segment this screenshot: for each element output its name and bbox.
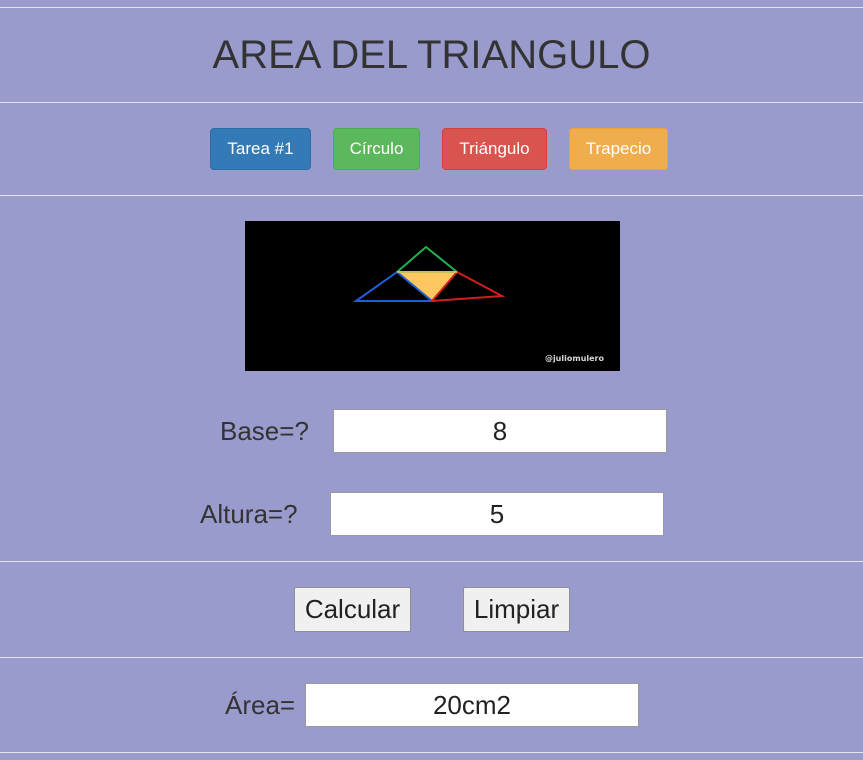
nav-button-tarea1[interactable]: Tarea #1 — [210, 128, 311, 170]
height-label: Altura=? — [200, 499, 298, 529]
nav-button-circulo[interactable]: Círculo — [333, 128, 420, 170]
clear-button[interactable]: Limpiar — [463, 587, 570, 632]
divider — [0, 752, 863, 753]
page: AREA DEL TRIANGULO Tarea #1 Círculo Triá… — [0, 0, 863, 760]
image-watermark: @juliomulero — [544, 354, 604, 363]
area-label: Área= — [225, 690, 296, 720]
base-label: Base=? — [220, 416, 309, 446]
nav-button-trapecio[interactable]: Trapecio — [569, 128, 668, 170]
area-output[interactable]: 20cm2 — [305, 683, 639, 727]
nav-button-triangulo[interactable]: Triángulo — [442, 128, 547, 170]
height-input[interactable]: 5 — [330, 492, 664, 536]
divider — [0, 7, 863, 8]
calculate-button[interactable]: Calcular — [294, 587, 411, 632]
divider — [0, 657, 863, 658]
divider — [0, 102, 863, 103]
triangle-illustration — [352, 245, 506, 303]
triangle-image: @juliomulero — [245, 221, 620, 371]
page-title: AREA DEL TRIANGULO — [212, 33, 651, 77]
base-input[interactable]: 8 — [333, 409, 667, 453]
top-triangle — [394, 245, 460, 273]
divider — [0, 561, 863, 562]
divider — [0, 195, 863, 196]
